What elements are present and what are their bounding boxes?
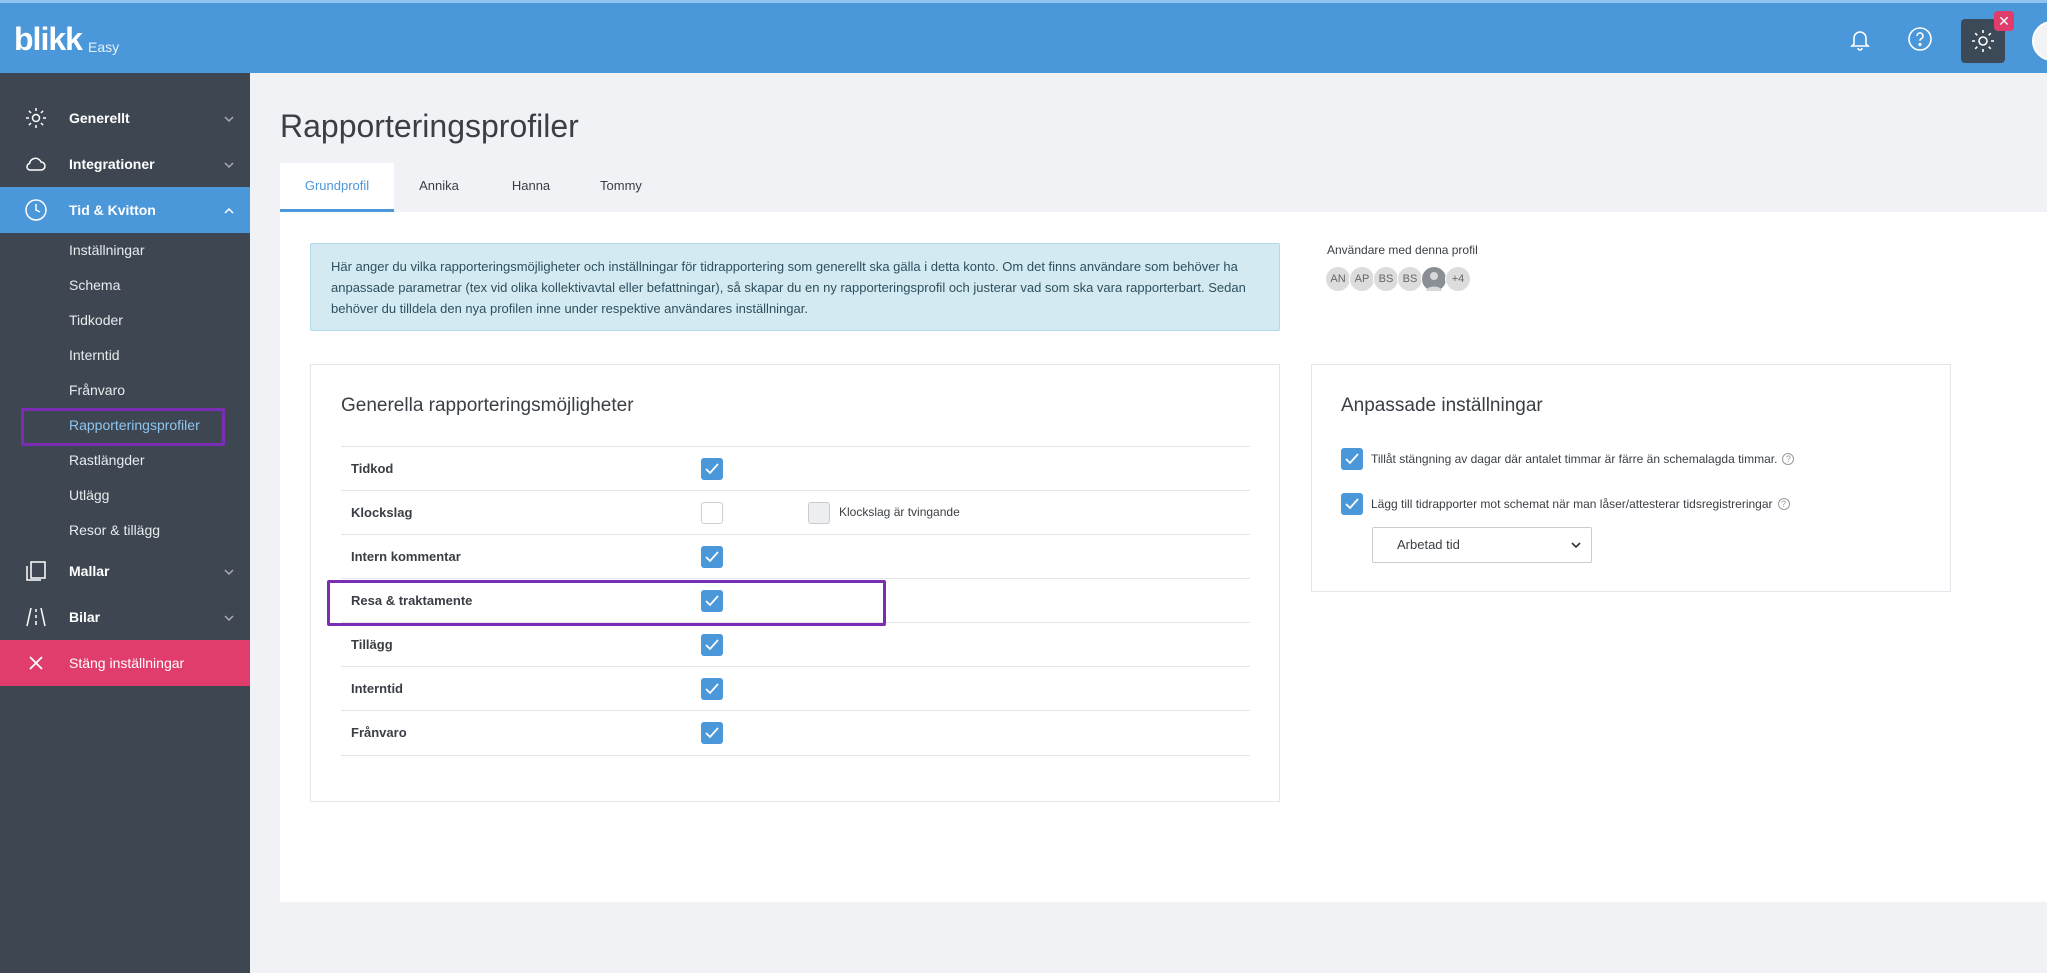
bell-icon[interactable]: [1842, 21, 1878, 57]
app-logo-sub: Easy: [88, 39, 120, 55]
highlight-box: [21, 408, 225, 446]
user-avatar-ap[interactable]: AP: [1349, 266, 1375, 292]
option-allow-closing-days: Tillåt stängning av dagar där antalet ti…: [1341, 448, 1795, 470]
chevron-down-icon: [224, 569, 234, 576]
tillagg-checkbox[interactable]: [701, 634, 723, 656]
chevron-down-icon: [1571, 542, 1581, 549]
klockslag-mandatory-checkbox[interactable]: [808, 502, 830, 524]
tab-tommy[interactable]: Tommy: [586, 163, 656, 213]
user-avatar-an[interactable]: AN: [1325, 266, 1351, 292]
close-settings-button[interactable]: Stäng inställningar: [0, 640, 250, 686]
help-icon[interactable]: [1902, 21, 1938, 57]
app-logo[interactable]: blikk: [14, 21, 83, 58]
option-label: Tillägg: [351, 637, 393, 652]
sidebar-subitem-utlagg[interactable]: Utlägg: [69, 485, 109, 505]
time-code-select[interactable]: Arbetad tid: [1372, 527, 1592, 563]
tidkod-checkbox[interactable]: [701, 458, 723, 480]
klockslag-checkbox[interactable]: [701, 502, 723, 524]
option-row-intern-kommentar: Intern kommentar: [341, 534, 1250, 578]
close-icon: [29, 656, 43, 670]
sidebar-subitem-interntid[interactable]: Interntid: [69, 345, 120, 365]
gear-icon: [1972, 30, 1994, 52]
tab-hanna[interactable]: Hanna: [496, 163, 566, 213]
close-settings-badge[interactable]: ✕: [1994, 11, 2014, 31]
franvaro-checkbox[interactable]: [701, 722, 723, 744]
user-avatar[interactable]: [2032, 21, 2047, 61]
option-add-reports-on-lock: Lägg till tidrapporter mot schemat när m…: [1341, 493, 1790, 515]
general-options-title: Generella rapporteringsmöjligheter: [341, 395, 634, 416]
custom-settings-title: Anpassade inställningar: [1341, 395, 1543, 416]
sidebar-item-label: Generellt: [69, 110, 130, 126]
klockslag-mandatory-label: Klockslag är tvingande: [839, 505, 960, 519]
tab-grundprofil[interactable]: Grundprofil: [280, 163, 394, 213]
help-icon[interactable]: ?: [1782, 453, 1795, 465]
sidebar-item-label: Mallar: [69, 563, 110, 579]
user-avatar-bs-2[interactable]: BS: [1397, 266, 1423, 292]
sidebar-item-label: Bilar: [69, 609, 101, 625]
sidebar-item-mallar[interactable]: Mallar: [0, 548, 250, 594]
select-value: Arbetad tid: [1397, 537, 1460, 552]
sidebar-subitem-resor-tillagg[interactable]: Resor & tillägg: [69, 520, 160, 540]
users-with-profile-label: Användare med denna profil: [1327, 243, 1478, 257]
add-reports-on-lock-checkbox[interactable]: [1341, 493, 1363, 515]
chevron-up-icon: [224, 207, 234, 214]
sidebar-subitem-tidkoder[interactable]: Tidkoder: [69, 310, 123, 330]
highlight-box: [327, 580, 886, 626]
divider: [341, 755, 1250, 756]
user-avatar-bs[interactable]: BS: [1373, 266, 1399, 292]
option-label: Intern kommentar: [351, 549, 461, 564]
user-avatar-more[interactable]: +4: [1445, 266, 1471, 292]
chevron-down-icon: [224, 162, 234, 169]
option-row-tillagg: Tillägg: [341, 622, 1250, 666]
sidebar-subitem-franvaro[interactable]: Frånvaro: [69, 380, 125, 400]
road-icon: [26, 607, 46, 627]
top-bar: blikk Easy ✕: [0, 0, 2047, 73]
option-row-tidkod: Tidkod: [341, 446, 1250, 490]
option-label: Klockslag: [351, 505, 413, 520]
sidebar-subitem-installningar[interactable]: Inställningar: [69, 240, 145, 260]
intern-kommentar-checkbox[interactable]: [701, 546, 723, 568]
tab-annika[interactable]: Annika: [404, 163, 474, 213]
page-title: Rapporteringsprofiler: [280, 108, 579, 144]
sidebar-item-integrationer[interactable]: Integrationer: [0, 141, 250, 187]
user-avatar-photo[interactable]: [1421, 266, 1447, 292]
option-label: Frånvaro: [351, 725, 407, 740]
info-box: Här anger du vilka rapporteringsmöjlighe…: [310, 243, 1280, 331]
cloud-icon: [26, 157, 46, 171]
sidebar-item-bilar[interactable]: Bilar: [0, 594, 250, 640]
chevron-down-icon: [224, 116, 234, 123]
option-row-franvaro: Frånvaro: [341, 710, 1250, 754]
sidebar-item-label: Integrationer: [69, 156, 155, 172]
option-label: Tidkod: [351, 461, 394, 476]
option-label: Tillåt stängning av dagar där antalet ti…: [1371, 452, 1778, 466]
clock-icon: [25, 199, 47, 221]
option-row-klockslag: Klockslag Klockslag är tvingande: [341, 490, 1250, 534]
sidebar-subitem-schema[interactable]: Schema: [69, 275, 120, 295]
sidebar-item-generellt[interactable]: Generellt: [0, 95, 250, 141]
sidebar-subitem-rastlangder[interactable]: Rastlängder: [69, 450, 145, 470]
sidebar-item-label: Stäng inställningar: [69, 655, 185, 671]
help-icon[interactable]: ?: [1777, 498, 1790, 510]
option-label: Lägg till tidrapporter mot schemat när m…: [1371, 497, 1773, 511]
allow-closing-days-checkbox[interactable]: [1341, 448, 1363, 470]
chevron-down-icon: [224, 615, 234, 622]
interntid-checkbox[interactable]: [701, 678, 723, 700]
sidebar-item-label: Tid & Kvitton: [69, 202, 156, 218]
copy-icon: [26, 561, 46, 581]
option-row-interntid: Interntid: [341, 666, 1250, 710]
option-label: Interntid: [351, 681, 403, 696]
gear-icon: [26, 108, 46, 128]
sidebar-item-tid-kvitton[interactable]: Tid & Kvitton: [0, 187, 250, 233]
